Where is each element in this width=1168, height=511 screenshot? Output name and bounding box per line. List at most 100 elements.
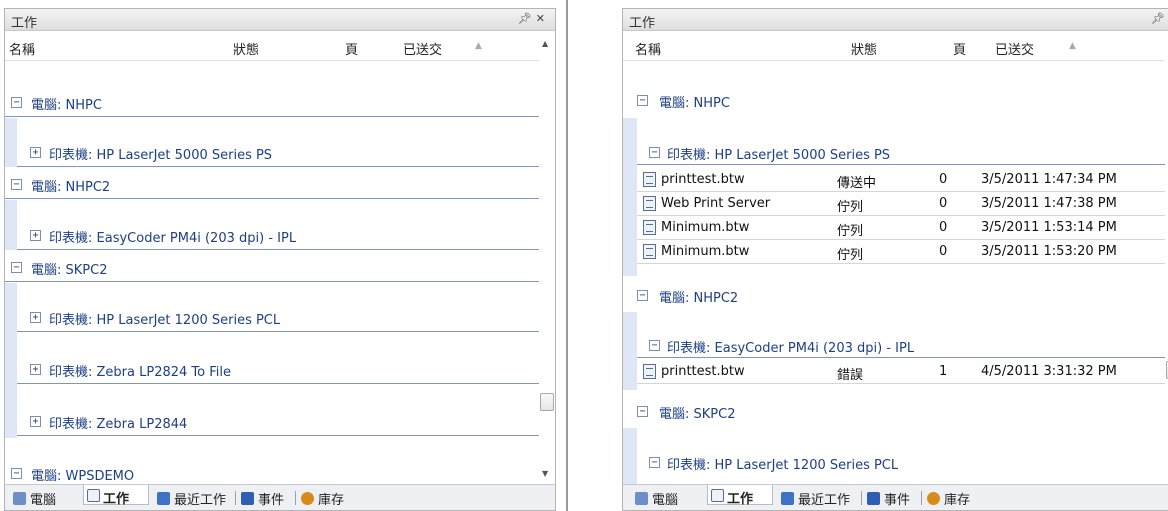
printer-group[interactable]: − 印表機: HP LaserJet 5000 Series PS <box>637 137 1165 165</box>
pin-icon[interactable]: 📌︎ <box>518 12 536 25</box>
table-row[interactable]: Web Print Server 佇列 0 3/5/2011 1:47:38 P… <box>637 192 1165 216</box>
plus-box-icon[interactable]: + <box>30 416 41 427</box>
minus-box-icon[interactable]: − <box>637 406 648 417</box>
document-icon <box>643 244 656 259</box>
jobs-panel-right: 工作 📌︎ 名稱 狀態 頁 已送交 ▲ − 電腦: NHPC − 印表機: HP… <box>622 8 1168 511</box>
job-submitted: 3/5/2011 1:53:20 PM <box>981 244 1117 259</box>
divider <box>566 0 568 511</box>
checkmark-document-icon <box>157 492 170 505</box>
document-icon <box>711 489 724 502</box>
printer-group[interactable]: − 印表機: EasyCoder PM4i (203 dpi) - IPL <box>637 330 1165 358</box>
printer-group[interactable]: + 印表機: Zebra LP2844 <box>17 406 539 436</box>
printer-label: 印表機: Zebra LP2844 <box>49 417 188 432</box>
job-pages: 0 <box>939 172 948 187</box>
computer-group[interactable]: − 電腦: NHPC2 <box>5 169 539 199</box>
bottom-tab-bar: 電腦 工作 最近工作 事件 庫存 <box>5 484 555 510</box>
table-row[interactable]: printtest.btw 傳送中 0 3/5/2011 1:47:34 PM <box>637 168 1165 192</box>
computer-label: 電腦: NHPC2 <box>31 180 111 195</box>
scroll-up-icon[interactable]: ▲ <box>542 39 548 48</box>
printer-group[interactable]: − 印表機: HP LaserJet 1200 Series PCL <box>637 447 1165 475</box>
tab-inventory[interactable]: 庫存 <box>299 489 344 509</box>
computer-group[interactable]: − 電腦: NHPC2 <box>623 280 1165 310</box>
column-header-submitted[interactable]: 已送交 <box>403 39 442 58</box>
tab-computers[interactable]: 電腦 <box>633 489 678 509</box>
column-header-name[interactable]: 名稱 <box>635 39 661 58</box>
column-header-name[interactable]: 名稱 <box>9 39 35 58</box>
plus-box-icon[interactable]: + <box>30 312 41 323</box>
tab-recent-jobs[interactable]: 最近工作 <box>779 489 850 509</box>
computer-label: 電腦: SKPC2 <box>31 263 108 278</box>
document-icon <box>643 220 656 235</box>
tab-computers[interactable]: 電腦 <box>11 489 56 509</box>
panel-titlebar: 工作 📌︎ <box>623 9 1168 31</box>
column-header-submitted[interactable]: 已送交 <box>995 39 1034 58</box>
document-icon <box>643 196 656 211</box>
minus-box-icon[interactable]: − <box>11 262 22 273</box>
printer-label: 印表機: HP LaserJet 5000 Series PS <box>667 148 891 163</box>
printer-label: 印表機: EasyCoder PM4i (203 dpi) - IPL <box>667 341 915 356</box>
sort-ascending-icon: ▲ <box>475 41 482 51</box>
document-icon <box>643 364 656 379</box>
column-header-status[interactable]: 狀態 <box>851 39 877 58</box>
job-status: 錯誤 <box>837 368 864 383</box>
minus-box-icon[interactable]: − <box>649 340 660 351</box>
panel-title: 工作 <box>629 16 656 31</box>
computer-icon <box>635 492 648 505</box>
minus-box-icon[interactable]: − <box>637 95 648 106</box>
table-row[interactable]: printtest.btw 錯誤 1 4/5/2011 3:31:32 PM <box>637 360 1165 384</box>
column-header-pages[interactable]: 頁 <box>345 39 358 58</box>
minus-box-icon[interactable]: − <box>637 290 648 301</box>
computer-group[interactable]: − 電腦: WPSDEMO <box>5 458 539 484</box>
computer-label: 電腦: SKPC2 <box>659 407 736 422</box>
printer-group[interactable]: + 印表機: HP LaserJet 1200 Series PCL <box>17 302 539 332</box>
tab-events[interactable]: 事件 <box>239 489 284 509</box>
computer-group[interactable]: − 電腦: NHPC <box>623 85 1165 115</box>
tab-jobs[interactable]: 工作 <box>707 485 773 507</box>
vertical-scrollbar[interactable]: ▲ ▼ <box>539 31 555 484</box>
plus-box-icon[interactable]: + <box>30 230 41 241</box>
printer-label: 印表機: HP LaserJet 5000 Series PS <box>49 148 273 163</box>
tab-events[interactable]: 事件 <box>865 489 910 509</box>
job-status: 佇列 <box>837 248 864 263</box>
job-submitted: 3/5/2011 1:47:34 PM <box>981 172 1117 187</box>
sort-ascending-icon: ▲ <box>1069 41 1076 51</box>
printer-group[interactable]: + 印表機: HP LaserJet 5000 Series PS <box>17 137 539 167</box>
computer-group[interactable]: − 電腦: NHPC <box>5 87 539 117</box>
minus-box-icon[interactable]: − <box>649 147 660 158</box>
job-submitted: 4/5/2011 3:31:32 PM <box>981 364 1117 379</box>
computer-icon <box>13 492 26 505</box>
printer-label: 印表機: EasyCoder PM4i (203 dpi) - IPL <box>49 231 297 246</box>
computer-group[interactable]: − 電腦: SKPC2 <box>5 252 539 282</box>
inventory-box-icon <box>301 492 314 505</box>
plus-box-icon[interactable]: + <box>30 147 41 158</box>
minus-box-icon[interactable]: − <box>11 97 22 108</box>
printer-group[interactable]: + 印表機: Zebra LP2824 To File <box>17 354 539 384</box>
tab-inventory[interactable]: 庫存 <box>925 489 970 509</box>
event-log-icon <box>241 492 254 505</box>
table-row[interactable]: Minimum.btw 佇列 0 3/5/2011 1:53:14 PM <box>637 216 1165 240</box>
bottom-tab-bar: 電腦 工作 最近工作 事件 庫存 <box>623 484 1168 510</box>
pin-icon[interactable]: 📌︎ <box>1151 12 1168 25</box>
plus-box-icon[interactable]: + <box>30 364 41 375</box>
scroll-down-icon[interactable]: ▼ <box>542 469 548 478</box>
job-pages: 0 <box>939 244 948 259</box>
printer-label: 印表機: HP LaserJet 1200 Series PCL <box>49 313 281 328</box>
job-status: 佇列 <box>837 200 864 215</box>
printer-group[interactable]: + 印表機: EasyCoder PM4i (203 dpi) - IPL <box>17 220 539 250</box>
close-icon[interactable]: ✕ <box>536 12 549 25</box>
column-header-status[interactable]: 狀態 <box>233 39 259 58</box>
computer-group[interactable]: − 電腦: SKPC2 <box>623 396 1165 426</box>
jobs-tree: − 電腦: NHPC + 印表機: HP LaserJet 5000 Serie… <box>5 62 555 484</box>
document-icon <box>87 489 100 502</box>
document-icon <box>643 172 656 187</box>
tab-recent-jobs[interactable]: 最近工作 <box>155 489 226 509</box>
minus-box-icon[interactable]: − <box>11 468 22 479</box>
column-header-pages[interactable]: 頁 <box>953 39 966 58</box>
table-row[interactable]: Minimum.btw 佇列 0 3/5/2011 1:53:20 PM <box>637 240 1165 264</box>
tab-jobs[interactable]: 工作 <box>83 485 149 507</box>
minus-box-icon[interactable]: − <box>649 457 660 468</box>
scrollbar-thumb[interactable] <box>540 393 554 411</box>
minus-box-icon[interactable]: − <box>11 179 22 190</box>
job-pages: 0 <box>939 220 948 235</box>
job-name: Minimum.btw <box>661 220 750 235</box>
